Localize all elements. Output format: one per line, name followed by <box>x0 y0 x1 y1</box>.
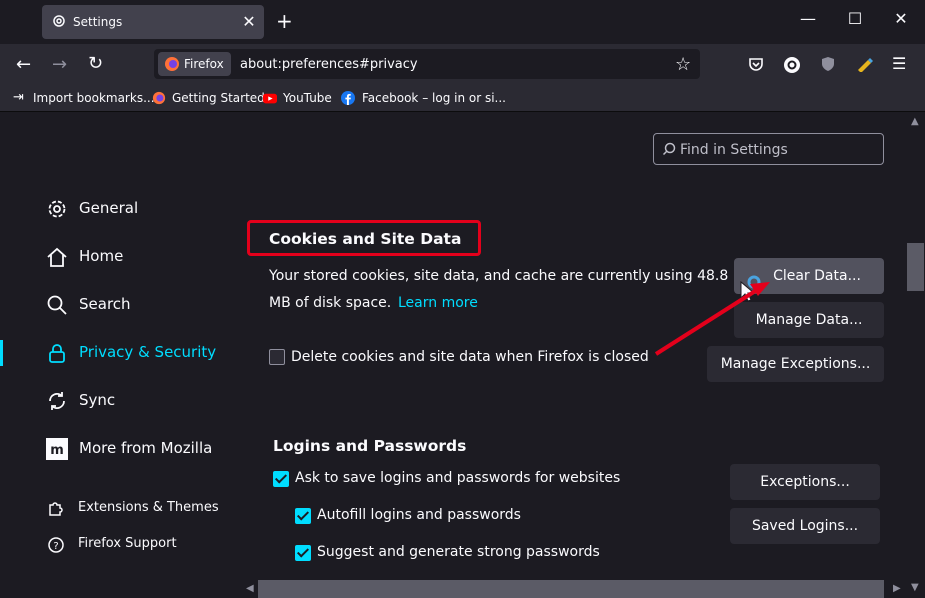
cookies-heading: Cookies and Site Data <box>269 230 462 248</box>
close-window-button[interactable]: ✕ <box>891 9 911 28</box>
vertical-scroll-thumb[interactable] <box>907 243 924 291</box>
autofill-label[interactable]: Autofill logins and passwords <box>317 507 521 523</box>
help-icon: ? <box>48 537 64 553</box>
search-input[interactable]: Find in Settings <box>653 133 884 165</box>
saved-logins-button[interactable]: Saved Logins... <box>730 508 880 544</box>
sidebar-item-home[interactable]: Home <box>46 246 123 272</box>
bookmark-youtube[interactable]: YouTube <box>283 91 332 105</box>
sidebar-item-label: Extensions & Themes <box>78 500 219 515</box>
sync-icon <box>49 392 65 410</box>
delete-cookies-label[interactable]: Delete cookies and site data when Firefo… <box>291 349 649 365</box>
sidebar-item-label: Home <box>79 247 124 265</box>
sidebar-item-label: Firefox Support <box>78 536 177 551</box>
reload-button[interactable]: ↻ <box>88 53 103 74</box>
pocket-icon[interactable] <box>748 56 764 72</box>
bookmark-import[interactable]: Import bookmarks... <box>33 91 155 105</box>
sidebar-item-label: Sync <box>79 391 116 409</box>
sidebar-item-label: More from Mozilla <box>79 439 213 457</box>
url-bar[interactable] <box>154 49 700 79</box>
shield-icon[interactable] <box>820 56 836 72</box>
scroll-right-icon[interactable]: ▶ <box>893 583 901 594</box>
cookies-usage-line2: MB of disk space. <box>269 295 392 311</box>
horizontal-scroll-thumb[interactable] <box>258 580 884 598</box>
svg-text:m: m <box>50 443 64 458</box>
login-exceptions-button[interactable]: Exceptions... <box>730 464 880 500</box>
vertical-scrollbar[interactable] <box>906 113 925 598</box>
logins-heading: Logins and Passwords <box>273 437 467 455</box>
suggest-passwords-label[interactable]: Suggest and generate strong passwords <box>317 544 600 560</box>
url-text[interactable]: about:preferences#privacy <box>240 57 418 72</box>
sidebar-item-label: Privacy & Security <box>79 343 217 361</box>
delete-cookies-checkbox[interactable] <box>269 349 285 365</box>
firefox-icon <box>165 57 179 71</box>
back-button[interactable]: ← <box>16 54 31 75</box>
search-placeholder: Find in Settings <box>680 142 788 158</box>
sidebar-item-label: General <box>79 199 139 217</box>
extension-o-icon[interactable] <box>783 56 801 74</box>
tab-title: Settings <box>73 15 123 29</box>
forward-button[interactable]: → <box>52 54 67 75</box>
lock-icon <box>49 344 65 363</box>
search-icon <box>47 295 67 315</box>
firefox-icon <box>152 91 166 105</box>
annotation-arrow-icon <box>654 275 770 356</box>
ask-save-logins-label[interactable]: Ask to save logins and passwords for web… <box>295 470 620 486</box>
learn-more-link[interactable]: Learn more <box>398 295 478 311</box>
facebook-icon <box>341 91 355 105</box>
menu-hamburger-icon[interactable]: ☰ <box>892 54 906 73</box>
identity-label: Firefox <box>184 57 224 71</box>
youtube-icon <box>263 93 277 104</box>
sidebar-item-search[interactable]: Search <box>46 294 131 320</box>
bookmark-getting-started[interactable]: Getting Started <box>172 91 265 105</box>
import-icon: ⇥ <box>13 90 24 105</box>
selected-indicator <box>0 340 3 366</box>
suggest-passwords-checkbox[interactable] <box>295 545 311 561</box>
puzzle-icon <box>49 502 63 516</box>
search-icon <box>662 142 676 156</box>
tab-settings[interactable]: Settings ✕ <box>42 5 264 39</box>
sidebar-item-general[interactable]: General <box>46 198 138 224</box>
mozilla-icon: m <box>46 438 68 460</box>
sidebar-item-mozilla[interactable]: m More from Mozilla <box>46 438 212 464</box>
sidebar-item-sync[interactable]: Sync <box>46 390 115 416</box>
extension-pen-icon[interactable] <box>856 56 874 72</box>
sidebar-item-label: Search <box>79 295 131 313</box>
ask-save-logins-checkbox[interactable] <box>273 471 289 487</box>
sidebar-item-extensions[interactable]: Extensions & Themes <box>47 500 219 522</box>
sidebar-item-support[interactable]: ? Firefox Support <box>47 536 177 558</box>
tab-close-icon[interactable]: ✕ <box>240 12 258 31</box>
new-tab-button[interactable]: + <box>276 9 293 33</box>
gear-icon <box>53 15 65 27</box>
maximize-button[interactable]: ☐ <box>845 9 865 28</box>
gear-icon <box>48 200 66 218</box>
bookmark-facebook[interactable]: Facebook – log in or si... <box>362 91 506 105</box>
autofill-checkbox[interactable] <box>295 508 311 524</box>
bookmark-star-icon[interactable]: ☆ <box>675 54 691 75</box>
identity-box[interactable]: Firefox <box>158 52 231 76</box>
sidebar-item-privacy[interactable]: Privacy & Security <box>46 342 216 368</box>
scroll-up-icon[interactable]: ▲ <box>911 116 919 127</box>
home-icon <box>47 247 67 267</box>
svg-text:?: ? <box>53 541 58 552</box>
minimize-button[interactable]: — <box>798 9 818 28</box>
scroll-left-icon[interactable]: ◀ <box>246 583 254 594</box>
scroll-down-icon[interactable]: ▼ <box>911 582 919 593</box>
